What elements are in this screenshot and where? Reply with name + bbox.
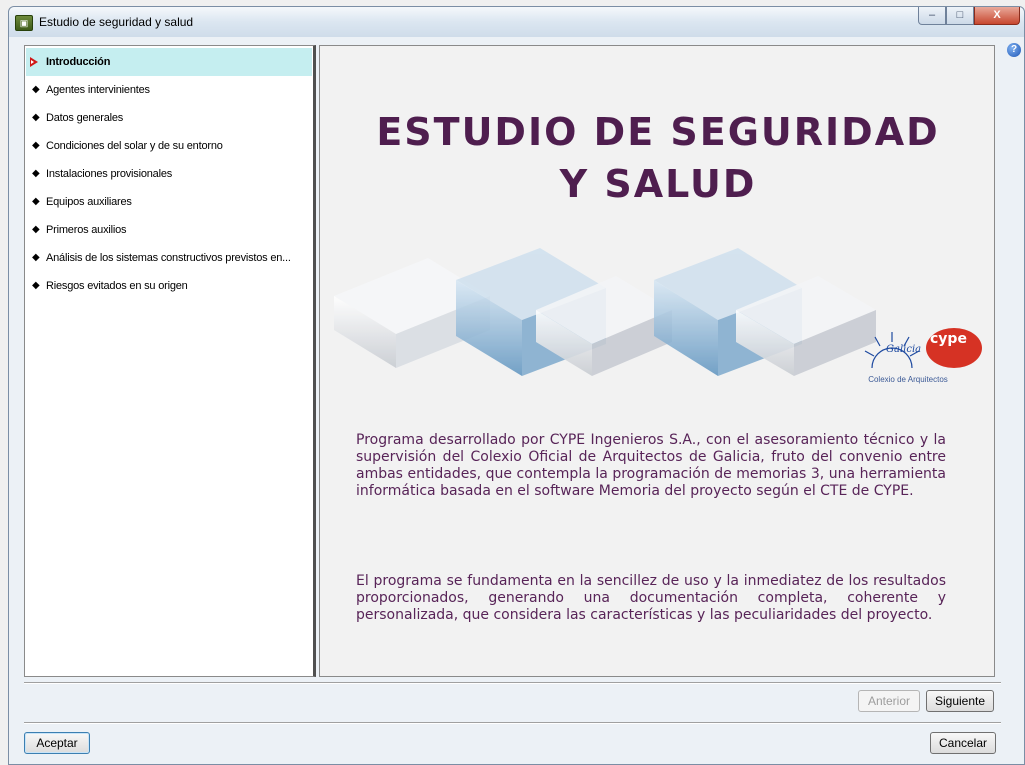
bullet-icon: ◆ (32, 196, 40, 207)
separator-bottom (24, 722, 1001, 724)
cancel-button[interactable]: Cancelar (930, 732, 996, 754)
accept-button[interactable]: Aceptar (24, 732, 90, 754)
page-title: ESTUDIO DE SEGURIDAD Y SALUD (320, 106, 994, 210)
intro-paragraph-1: Programa desarrollado por CYPE Ingeniero… (356, 432, 946, 499)
bullet-icon: ◆ (32, 168, 40, 179)
help-icon[interactable]: ? (1007, 43, 1021, 57)
sidebar-item-condiciones[interactable]: ◆ Condiciones del solar y de su entorno (26, 132, 312, 160)
sidebar-item-label: Análisis de los sistemas constructivos p… (46, 252, 291, 264)
current-arrow-icon (30, 57, 38, 67)
sidebar-item-datos-generales[interactable]: ◆ Datos generales (26, 104, 312, 132)
minimize-button[interactable]: – (918, 7, 946, 25)
content-panel: ESTUDIO DE SEGURIDAD Y SALUD Galicia cyp… (319, 45, 995, 677)
intro-paragraph-2: El programa se fundamenta en la sencille… (356, 573, 946, 623)
window-controls: – □ X (918, 7, 1020, 27)
window-title: Estudio de seguridad y salud (39, 15, 194, 29)
bullet-icon: ◆ (32, 280, 40, 291)
sidebar-item-primeros-auxilios[interactable]: ◆ Primeros auxilios (26, 216, 312, 244)
sidebar-item-label: Condiciones del solar y de su entorno (46, 140, 223, 152)
previous-button[interactable]: Anterior (858, 690, 920, 712)
maximize-button[interactable]: □ (946, 7, 974, 25)
sidebar-item-label: Agentes intervinientes (46, 84, 150, 96)
sidebar-item-agentes[interactable]: ◆ Agentes intervinientes (26, 76, 312, 104)
bullet-icon: ◆ (32, 252, 40, 263)
title-line-2: Y SALUD (559, 162, 757, 206)
colexio-cype-logo (864, 328, 982, 369)
sidebar-item-label: Datos generales (46, 112, 124, 124)
sidebar-nav: Introducción ◆ Agentes intervinientes ◆ … (24, 45, 316, 677)
bullet-icon: ◆ (32, 140, 40, 151)
close-button[interactable]: X (974, 7, 1020, 25)
title-bar[interactable]: ▣ Estudio de seguridad y salud – □ X (9, 7, 1024, 37)
sidebar-item-label: Introducción (46, 56, 111, 68)
separator-top (24, 682, 1001, 684)
sidebar-item-label: Primeros auxilios (46, 224, 127, 236)
sidebar-item-equipos[interactable]: ◆ Equipos auxiliares (26, 188, 312, 216)
bullet-icon: ◆ (32, 84, 40, 95)
title-line-1: ESTUDIO DE SEGURIDAD (376, 110, 940, 154)
sidebar-item-label: Instalaciones provisionales (46, 168, 173, 180)
logo-caption: Colexio de Arquitectos (868, 375, 948, 384)
sidebar-item-analisis[interactable]: ◆ Análisis de los sistemas constructivos… (26, 244, 312, 272)
galicia-logo-text: Galicia (886, 344, 922, 355)
next-button[interactable]: Siguiente (926, 690, 994, 712)
sidebar-item-introduccion[interactable]: Introducción (26, 48, 312, 76)
sidebar-item-riesgos[interactable]: ◆ Riesgos evitados en su origen (26, 272, 312, 300)
bullet-icon: ◆ (32, 112, 40, 123)
sidebar-item-label: Equipos auxiliares (46, 196, 132, 208)
sidebar-item-label: Riesgos evitados en su origen (46, 280, 188, 292)
app-icon: ▣ (15, 15, 33, 31)
cype-logo-text: cype (930, 331, 967, 347)
bullet-icon: ◆ (32, 224, 40, 235)
sidebar-item-instalaciones[interactable]: ◆ Instalaciones provisionales (26, 160, 312, 188)
